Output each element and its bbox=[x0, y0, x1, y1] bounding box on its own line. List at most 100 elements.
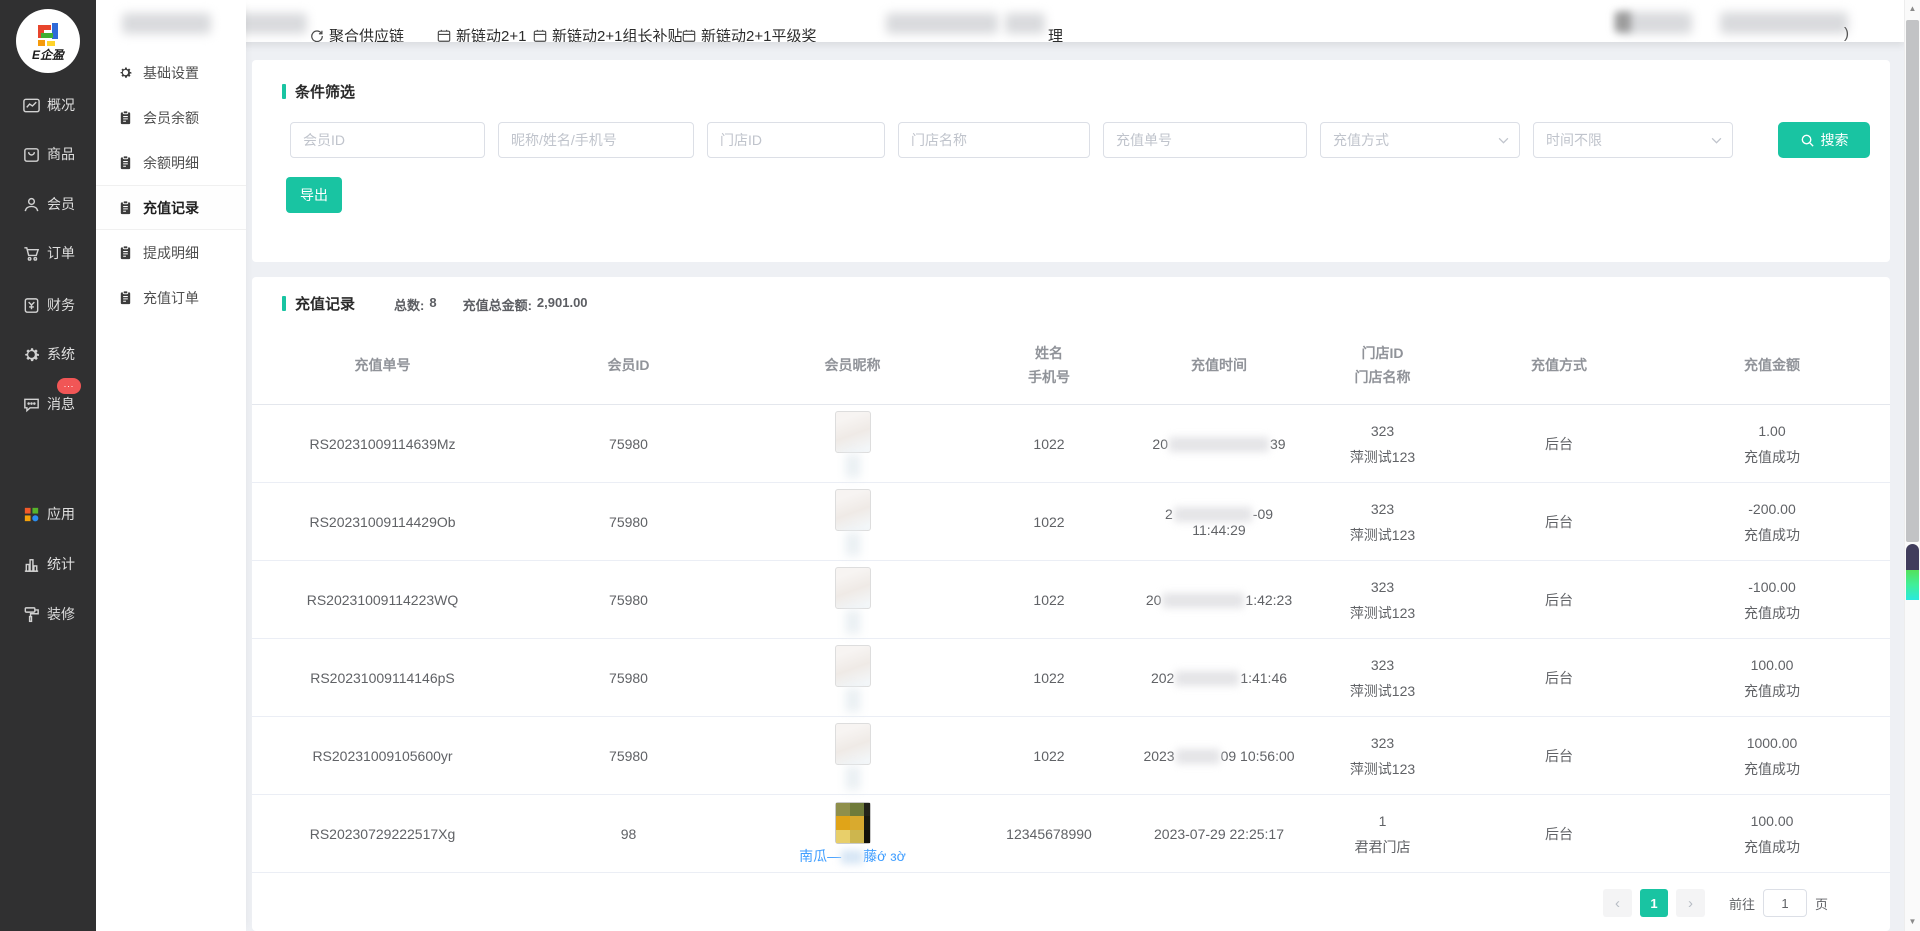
sidebar-item-label: 系统 bbox=[47, 344, 75, 364]
nav-tab-peer-reward[interactable]: 新链动2+1平级奖 bbox=[682, 25, 816, 42]
sidebar-item-members[interactable]: 会员 bbox=[0, 187, 96, 221]
blur-redaction bbox=[1169, 437, 1269, 452]
blurred-account-item[interactable] bbox=[1615, 12, 1631, 32]
sidebar-item-label: 装修 bbox=[47, 604, 75, 624]
total-value: 8 bbox=[429, 295, 436, 314]
table-row: RS20231009105600yr 75980 1022 202309 10:… bbox=[252, 717, 1890, 795]
sidebar-item-orders[interactable]: 订单 bbox=[0, 236, 96, 270]
col-time: 充值时间 bbox=[1137, 353, 1301, 377]
scrollbar-thumb[interactable] bbox=[1906, 20, 1919, 542]
nav-tab-supply-chain[interactable]: 聚合供应链 bbox=[310, 25, 404, 42]
scroll-up-icon[interactable]: ▲ bbox=[1905, 4, 1920, 13]
cell-order-no: RS20231009105600yr bbox=[252, 748, 513, 764]
member-nickname-link[interactable]: 南瓜—藤ớ ɜờ bbox=[799, 846, 906, 866]
goto-page-input[interactable] bbox=[1763, 889, 1807, 917]
cell-amount: -100.00充值成功 bbox=[1654, 574, 1890, 626]
cell-store: 323萍测试123 bbox=[1301, 418, 1464, 470]
sidebar-item-overview[interactable]: 概况 bbox=[0, 88, 96, 122]
brand-name: E企盈 bbox=[32, 49, 64, 62]
time-range-select[interactable]: 时间不限 bbox=[1533, 122, 1733, 158]
sidebar-item-label: 统计 bbox=[47, 554, 75, 574]
cell-order-no: RS20231009114223WQ bbox=[252, 592, 513, 608]
calendar-icon bbox=[437, 29, 451, 42]
paint-roller-icon bbox=[21, 604, 41, 624]
store-id-input[interactable] bbox=[707, 122, 885, 158]
col-member-id: 会员ID bbox=[513, 353, 744, 377]
recharge-method-select[interactable]: 充值方式 bbox=[1320, 122, 1520, 158]
table-row: RS20230729222517Xg 98 南瓜—藤ớ ɜờ 123456789… bbox=[252, 795, 1890, 873]
export-button[interactable]: 导出 bbox=[286, 177, 342, 213]
table-row: RS20231009114146pS 75980 1022 2021:41:46… bbox=[252, 639, 1890, 717]
sidebar-item-finance[interactable]: 财务 bbox=[0, 288, 96, 322]
gear-icon bbox=[21, 344, 41, 364]
nav-tab-partial-label[interactable]: 理 bbox=[1048, 25, 1063, 42]
current-page-button[interactable]: 1 bbox=[1640, 889, 1668, 917]
cell-recharge-time: 202309 10:56:00 bbox=[1137, 748, 1301, 765]
blur-redaction bbox=[846, 532, 860, 556]
pagination: ‹ 1 › 前往 页 bbox=[1603, 889, 1828, 917]
member-id-input[interactable] bbox=[290, 122, 485, 158]
cell-member-nickname bbox=[744, 639, 961, 717]
blur-redaction bbox=[1162, 593, 1244, 608]
member-avatar-blurred bbox=[835, 489, 871, 531]
order-no-input[interactable] bbox=[1103, 122, 1307, 158]
submenu-item-commission-detail[interactable]: 提成明细 bbox=[96, 230, 246, 275]
overview-icon bbox=[21, 95, 41, 115]
submenu-item-recharge-orders[interactable]: 充值订单 bbox=[96, 275, 246, 320]
clipboard-icon bbox=[118, 110, 134, 126]
page-unit-label: 页 bbox=[1815, 894, 1828, 913]
submenu-item-recharge-records[interactable]: 充值记录 bbox=[96, 185, 246, 230]
member-avatar-blurred bbox=[835, 723, 871, 765]
sum-label: 充值总金额: bbox=[463, 295, 532, 314]
submenu-item-member-balance[interactable]: 会员余额 bbox=[96, 95, 246, 140]
cell-recharge-time: 2-09 11:44:29 bbox=[1137, 506, 1301, 539]
sidebar-item-goods[interactable]: 商品 bbox=[0, 137, 96, 171]
search-button[interactable]: 搜索 bbox=[1778, 122, 1870, 158]
sidebar-item-system[interactable]: 系统 bbox=[0, 337, 96, 371]
nickname-input[interactable] bbox=[498, 122, 694, 158]
blurred-account-item[interactable] bbox=[1720, 12, 1848, 34]
submenu-item-balance-detail[interactable]: 余额明细 bbox=[96, 140, 246, 185]
filter-fields-row: 充值方式 时间不限 bbox=[290, 122, 1733, 158]
prev-page-button[interactable]: ‹ bbox=[1603, 889, 1632, 917]
brand-logo[interactable]: E企盈 bbox=[16, 9, 80, 73]
cell-store: 1君君门店 bbox=[1301, 808, 1464, 860]
scroll-down-icon[interactable]: ▼ bbox=[1905, 917, 1920, 926]
cell-order-no: RS20231009114146pS bbox=[252, 670, 513, 686]
sidebar-item-stats[interactable]: 统计 bbox=[0, 547, 96, 581]
page-scrollbar[interactable]: ▲ ▼ bbox=[1904, 0, 1920, 931]
col-store: 门店ID门店名称 bbox=[1301, 341, 1464, 389]
cell-name-phone: 1022 bbox=[961, 670, 1137, 686]
cell-recharge-time: 201:42:23 bbox=[1137, 592, 1301, 609]
table-row: RS20231009114429Ob 75980 1022 2-09 11:44… bbox=[252, 483, 1890, 561]
sidebar-item-label: 应用 bbox=[47, 504, 75, 524]
sidebar-item-apps[interactable]: 应用 bbox=[0, 497, 96, 531]
cell-amount: 100.00充值成功 bbox=[1654, 652, 1890, 704]
cell-name-phone: 1022 bbox=[961, 592, 1137, 608]
sidebar-item-messages[interactable]: 消息 ... bbox=[0, 387, 96, 421]
next-page-button[interactable]: › bbox=[1676, 889, 1705, 917]
cell-amount: 1000.00充值成功 bbox=[1654, 730, 1890, 782]
clipboard-icon bbox=[118, 155, 134, 171]
floating-widget[interactable] bbox=[1906, 544, 1919, 600]
cell-recharge-time: 2021:41:46 bbox=[1137, 670, 1301, 687]
sidebar-item-label: 订单 bbox=[47, 243, 75, 263]
records-title: 充值记录 bbox=[282, 293, 355, 314]
nav-tab-liandong-2plus1[interactable]: 新链动2+1 bbox=[437, 25, 526, 42]
table-row: RS20231009114223WQ 75980 1022 201:42:23 … bbox=[252, 561, 1890, 639]
records-card: 充值记录 总数:8 充值总金额:2,901.00 充值单号 会员ID 会员昵称 … bbox=[252, 277, 1890, 931]
blur-redaction bbox=[1175, 671, 1239, 686]
submenu-item-basic-settings[interactable]: 基础设置 bbox=[96, 50, 246, 95]
blurred-nav-item[interactable] bbox=[886, 13, 998, 34]
blurred-nav-item[interactable] bbox=[1005, 13, 1045, 34]
store-name-input[interactable] bbox=[898, 122, 1090, 158]
blur-redaction bbox=[1176, 749, 1220, 764]
chevron-down-icon bbox=[1498, 137, 1509, 144]
submenu-item-label: 余额明细 bbox=[143, 153, 199, 173]
sidebar-item-decorate[interactable]: 装修 bbox=[0, 597, 96, 631]
clipboard-icon bbox=[118, 200, 134, 216]
blurred-nav-item[interactable] bbox=[122, 13, 211, 34]
cell-store: 323萍测试123 bbox=[1301, 652, 1464, 704]
nav-tab-group-leader-subsidy[interactable]: 新链动2+1组长补贴 bbox=[533, 25, 682, 42]
sum-value: 2,901.00 bbox=[537, 295, 588, 314]
